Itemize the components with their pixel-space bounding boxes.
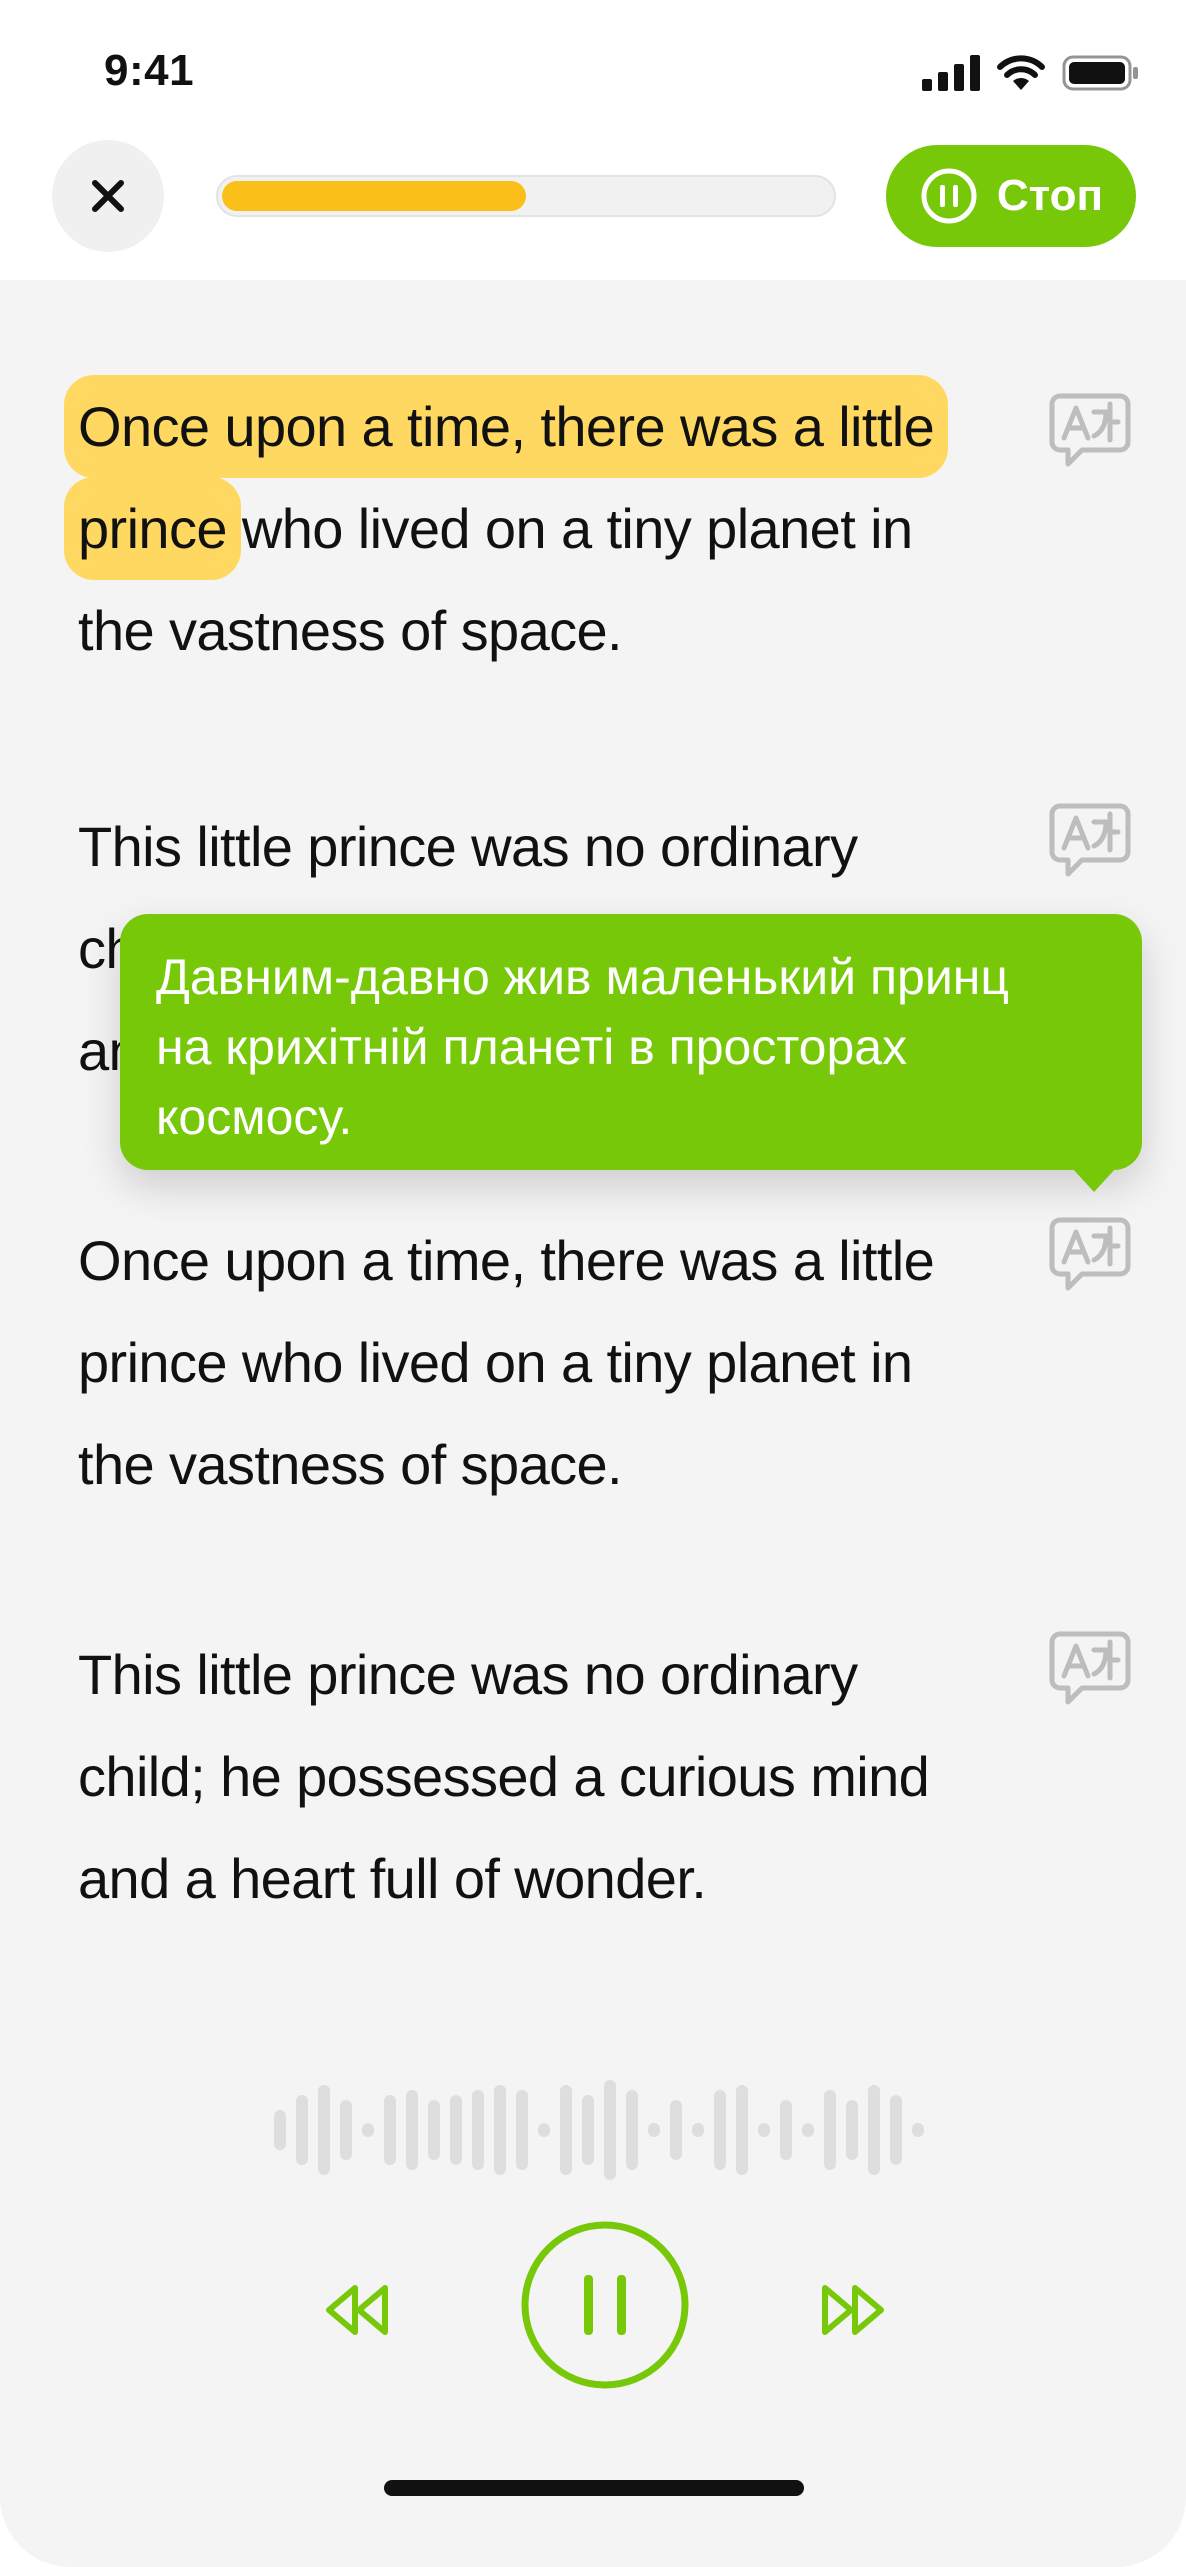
waveform-bar: [362, 2123, 374, 2137]
waveform-bar: [692, 2123, 704, 2137]
pause-icon: [521, 2221, 689, 2389]
tooltip-tail: [1072, 1168, 1116, 1192]
signal-icon: [922, 55, 980, 91]
status-time: 9:41: [104, 46, 195, 95]
waveform-bar: [780, 2100, 792, 2160]
paragraph-1[interactable]: Once upon a time, there was a little pri…: [78, 376, 998, 682]
reader-content: Once upon a time, there was a little pri…: [0, 280, 1186, 2567]
header: Стоп: [0, 140, 1186, 280]
translate-icon: [1049, 1217, 1131, 1291]
rewind-icon: [326, 2285, 388, 2335]
waveform-bar: [296, 2095, 308, 2165]
waveform-bar: [340, 2100, 352, 2160]
fast-forward-icon: [822, 2285, 884, 2335]
waveform-bar: [714, 2090, 726, 2170]
waveform-bar: [516, 2090, 528, 2170]
translate-button[interactable]: [1048, 1628, 1132, 1708]
translation-text: Давним-давно жив маленький принц на крих…: [156, 949, 1010, 1145]
waveform-bar: [802, 2123, 814, 2137]
waveform-bar: [670, 2100, 682, 2160]
waveform-bar: [824, 2090, 836, 2170]
waveform-bar: [758, 2123, 770, 2137]
status-icons: [922, 54, 1140, 92]
waveform-bar: [318, 2085, 330, 2175]
waveform-bar: [604, 2080, 616, 2180]
progress-bar: [216, 175, 836, 217]
translate-button[interactable]: [1048, 800, 1132, 880]
waveform-bar: [538, 2123, 550, 2137]
paragraph-4[interactable]: This little prince was no ordinary child…: [78, 1624, 998, 1930]
waveform-bar: [560, 2085, 572, 2175]
waveform-bar: [626, 2090, 638, 2170]
pause-icon: [921, 168, 977, 224]
waveform-bar: [384, 2095, 396, 2165]
rewind-button[interactable]: [316, 2270, 396, 2350]
translate-icon: [1049, 803, 1131, 877]
status-bar: 9:41: [0, 0, 1186, 140]
fast-forward-button[interactable]: [814, 2270, 894, 2350]
battery-icon: [1062, 55, 1138, 91]
waveform-bar: [736, 2085, 748, 2175]
waveform-bar: [648, 2123, 660, 2137]
stop-button[interactable]: Стоп: [886, 145, 1136, 247]
stop-label: Стоп: [996, 171, 1104, 220]
playback-controls: [0, 2220, 1186, 2400]
waveform-bar: [868, 2085, 880, 2175]
audio-waveform: [274, 2080, 924, 2180]
translation-tooltip[interactable]: Давним-давно жив маленький принц на крих…: [120, 914, 1142, 1192]
translate-button[interactable]: [1048, 390, 1132, 470]
waveform-bar: [912, 2123, 924, 2137]
waveform-bar: [406, 2090, 418, 2170]
waveform-bar: [450, 2095, 462, 2165]
wifi-icon: [997, 55, 1045, 90]
close-icon: [92, 180, 124, 212]
play-pause-button[interactable]: [520, 2220, 690, 2390]
paragraph-3[interactable]: Once upon a time, there was a little pri…: [78, 1210, 998, 1516]
close-button[interactable]: [52, 140, 164, 252]
waveform-bar: [274, 2110, 286, 2150]
waveform-bar: [428, 2100, 440, 2160]
waveform-bar: [494, 2085, 506, 2175]
waveform-bar: [890, 2095, 902, 2165]
waveform-bar: [582, 2095, 594, 2165]
paragraph-text: Once upon a time, there was a little pri…: [78, 1229, 935, 1496]
translate-icon: [1049, 1631, 1131, 1705]
progress-fill: [222, 181, 526, 211]
paragraph-text: This little prince was no ordinary child…: [78, 1643, 930, 1910]
waveform-bar: [472, 2090, 484, 2170]
translate-icon: [1049, 393, 1131, 467]
translate-button[interactable]: [1048, 1214, 1132, 1294]
waveform-bar: [846, 2100, 858, 2160]
home-indicator: [384, 2480, 804, 2496]
